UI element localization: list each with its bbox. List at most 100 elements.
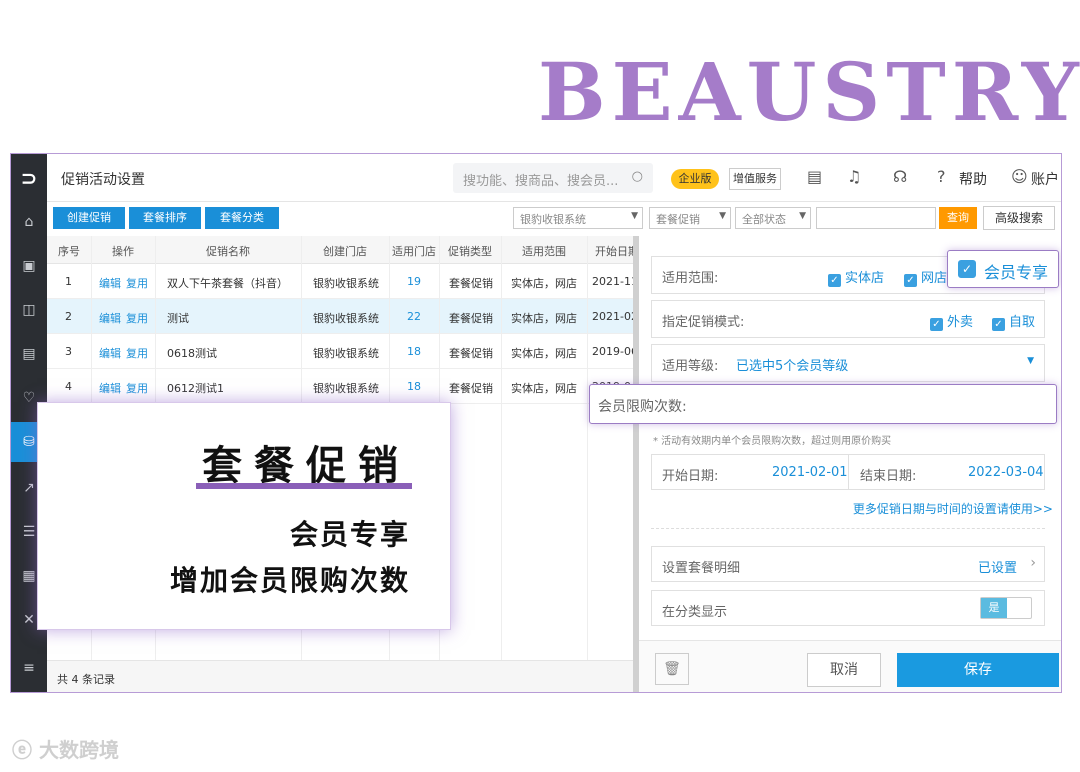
date-field: 开始日期: 2021-02-01 结束日期: 2022-03-04	[651, 454, 1045, 490]
start-date-value[interactable]: 2021-02-01	[772, 465, 848, 480]
store-filter-value: 银豹收银系统	[520, 213, 586, 226]
edit-link[interactable]: 编辑	[99, 275, 121, 291]
member-card-icon[interactable]: ▤	[11, 334, 47, 374]
page-title: 促销活动设置	[61, 172, 145, 188]
status-filter-value: 全部状态	[742, 213, 786, 226]
chevron-down-icon: ▼	[631, 211, 638, 221]
row-count[interactable]: 19	[407, 275, 421, 288]
enterprise-badge[interactable]: 企业版	[671, 169, 719, 189]
category-display-field: 在分类显示 是	[651, 590, 1045, 626]
package-detail-value: 已设置	[978, 561, 1018, 576]
table-row[interactable]: 1 编辑 复用 双人下午茶套餐（抖音） 银豹收银系统 19 套餐促销 实体店，网…	[47, 264, 633, 299]
row-scope: 实体店，网店	[511, 347, 577, 360]
mode-pickup-label: 自取	[1009, 315, 1036, 330]
date-divider	[848, 455, 849, 489]
highlight-underline	[196, 483, 412, 489]
row-count[interactable]: 18	[407, 345, 421, 358]
end-date-value[interactable]: 2022-03-04	[968, 465, 1044, 480]
package-detail-label: 设置套餐明细	[662, 561, 741, 576]
copy-link[interactable]: 复用	[126, 380, 148, 396]
package-detail-field[interactable]: 设置套餐明细 已设置 ›	[651, 546, 1045, 582]
save-button[interactable]: 保存	[897, 653, 1059, 687]
row-no: 2	[65, 310, 72, 323]
collapse-menu-icon[interactable]: ≡	[11, 648, 47, 688]
headset-icon[interactable]: ☊	[893, 167, 907, 186]
product-icon[interactable]: ◫	[11, 290, 47, 330]
edit-link[interactable]: 编辑	[99, 310, 121, 326]
copy-link[interactable]: 复用	[126, 310, 148, 326]
record-count: 共 4 条记录	[57, 673, 115, 686]
row-no: 4	[65, 380, 72, 393]
query-button[interactable]: 查询	[939, 207, 977, 229]
table-header: 序号 操作 促销名称 创建门店 适用门店 促销类型 适用范围 开始日期	[47, 236, 633, 264]
topbar: 促销活动设置 搜功能、搜商品、搜会员... ○ 企业版 增值服务 ▤ ♫ ☊ ?…	[47, 154, 1061, 202]
header-store: 创建门店	[323, 245, 367, 258]
keyword-input[interactable]	[816, 207, 936, 229]
mode-field: 指定促销模式: ✓ 外卖 ✓ 自取	[651, 300, 1045, 338]
row-type: 套餐促销	[449, 277, 493, 290]
scope-online-checkbox[interactable]: ✓ 网店	[904, 267, 947, 287]
search-icon[interactable]: ○	[632, 169, 643, 184]
row-count[interactable]: 22	[407, 310, 421, 323]
type-filter-select[interactable]: 套餐促销 ▼	[649, 207, 731, 229]
clipboard-icon[interactable]: ▤	[807, 167, 822, 186]
column-divider	[501, 236, 502, 660]
watermark-text: 大数跨境	[38, 738, 119, 762]
search-input[interactable]: 搜功能、搜商品、搜会员... ○	[453, 163, 653, 193]
row-store: 银豹收银系统	[313, 277, 379, 290]
more-date-settings-link[interactable]: 更多促销日期与时间的设置请使用>>	[853, 500, 1053, 517]
member-only-callout[interactable]: ✓ 会员专享	[947, 250, 1059, 288]
account-link[interactable]: 账户	[1031, 169, 1059, 189]
row-name: 测试	[167, 312, 189, 325]
row-start: 2021-02-	[592, 310, 633, 323]
row-name: 0612测试1	[167, 382, 224, 395]
row-count[interactable]: 18	[407, 380, 421, 393]
table-row[interactable]: 4 编辑 复用 0612测试1 银豹收银系统 18 套餐促销 实体店，网店 20…	[47, 369, 633, 404]
end-date-label: 结束日期:	[860, 469, 917, 484]
row-start: 2021-11-0	[592, 275, 633, 288]
mode-pickup-checkbox[interactable]: ✓ 自取	[992, 311, 1035, 331]
checkmark-icon: ✓	[828, 274, 841, 287]
panel-footer: 🗑 取消 保存	[639, 640, 1061, 692]
row-start: 2019-06-	[592, 345, 633, 358]
cancel-button[interactable]: 取消	[807, 653, 881, 687]
chevron-down-icon: ▼	[719, 211, 726, 221]
table-row[interactable]: 2 编辑 复用 测试 银豹收银系统 22 套餐促销 实体店，网店 2021-02…	[47, 299, 633, 334]
app-window: ⊃ ⌂ ▣ ◫ ▤ ♡ ⛁ ↗ ☰ ▦ ✕ ≡ 促销活动设置 搜功能、搜商品、搜…	[10, 153, 1062, 693]
scope-physical-checkbox[interactable]: ✓ 实体店	[828, 267, 884, 287]
status-filter-select[interactable]: 全部状态 ▼	[735, 207, 811, 229]
search-placeholder: 搜功能、搜商品、搜会员...	[463, 174, 619, 189]
advanced-search-button[interactable]: 高级搜索	[983, 206, 1055, 230]
package-sort-button[interactable]: 套餐排序	[129, 207, 201, 229]
help-icon[interactable]: ?	[937, 167, 946, 186]
home-icon[interactable]: ⌂	[11, 202, 47, 242]
edit-link[interactable]: 编辑	[99, 380, 121, 396]
level-field[interactable]: 适用等级: 已选中5个会员等级 ▼	[651, 344, 1045, 382]
category-display-toggle[interactable]: 是	[980, 597, 1032, 619]
trash-icon[interactable]: 🗑	[655, 653, 689, 685]
mode-takeout-label: 外卖	[947, 315, 974, 330]
table-row[interactable]: 3 编辑 复用 0618测试 银豹收银系统 18 套餐促销 实体店，网店 201…	[47, 334, 633, 369]
value-added-button[interactable]: 增值服务	[729, 168, 781, 190]
level-value: 已选中5个会员等级	[736, 359, 849, 374]
row-scope: 实体店，网店	[511, 382, 577, 395]
create-promotion-button[interactable]: 创建促销	[53, 207, 125, 229]
copy-link[interactable]: 复用	[126, 275, 148, 291]
copy-link[interactable]: 复用	[126, 345, 148, 361]
package-category-button[interactable]: 套餐分类	[205, 207, 279, 229]
user-icon[interactable]: ☺	[1011, 167, 1028, 186]
speaker-icon[interactable]: ♫	[847, 167, 861, 186]
edit-link[interactable]: 编辑	[99, 345, 121, 361]
store-filter-select[interactable]: 银豹收银系统 ▼	[513, 207, 643, 229]
type-filter-value: 套餐促销	[656, 213, 700, 226]
mode-takeout-checkbox[interactable]: ✓ 外卖	[930, 311, 973, 331]
table-footer: 共 4 条记录	[47, 660, 633, 692]
help-link[interactable]: 帮助	[959, 169, 987, 189]
checkmark-icon: ✓	[958, 260, 976, 278]
row-name: 双人下午茶套餐（抖音）	[167, 277, 288, 290]
mode-label: 指定促销模式:	[662, 315, 745, 330]
member-limit-input[interactable]: 会员限购次数:	[589, 384, 1057, 424]
app-logo-icon[interactable]: ⊃	[11, 154, 47, 202]
cashier-icon[interactable]: ▣	[11, 246, 47, 286]
row-scope: 实体店，网店	[511, 312, 577, 325]
